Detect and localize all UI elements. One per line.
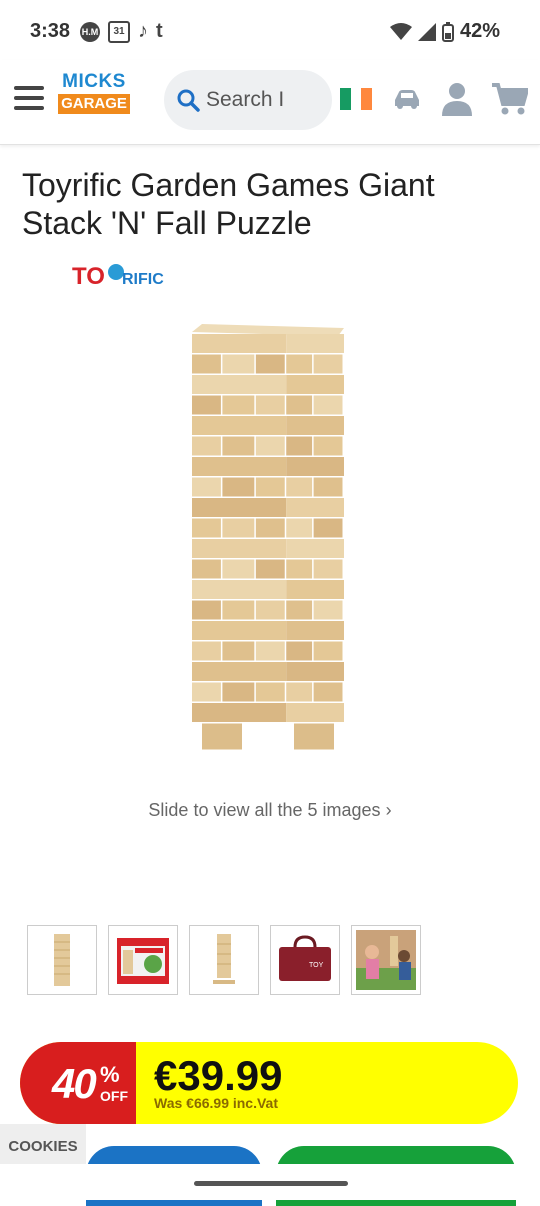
- header-icons: [340, 82, 528, 116]
- search-icon: [177, 89, 200, 112]
- svg-text:RIFIC: RIFIC: [122, 271, 164, 288]
- thumbnail-4[interactable]: TOY: [270, 925, 340, 995]
- logo-bottom-text: GARAGE: [58, 94, 130, 114]
- micks-garage-logo[interactable]: MICKS GARAGE: [58, 72, 130, 116]
- thumbnail-strip: TOY: [27, 925, 421, 995]
- slide-hint-text: Slide to view all the 5 images: [148, 800, 381, 820]
- calendar-icon: 31: [108, 20, 130, 43]
- product-title: Toyrific Garden Games Giant Stack 'N' Fa…: [22, 167, 435, 241]
- price-bar: 40 % OFF €39.99 Was €66.99 inc.Vat: [20, 1042, 518, 1124]
- wifi-icon: [389, 22, 412, 40]
- discount-off-label: OFF: [100, 1088, 128, 1104]
- discount-number: 40: [52, 1060, 97, 1107]
- site-header: MICKS GARAGE Search I: [0, 60, 540, 145]
- hm-notification-icon: H.M: [80, 21, 100, 42]
- thumbnail-3[interactable]: [189, 925, 259, 995]
- menu-icon[interactable]: [14, 86, 44, 110]
- search-placeholder: Search I: [206, 88, 285, 111]
- current-price: €39.99: [154, 1052, 283, 1099]
- status-bar: 3:38 H.M 31 ♪ t 42%: [0, 0, 540, 60]
- battery-percent: 42%: [459, 20, 500, 42]
- car-icon[interactable]: [392, 88, 422, 110]
- status-time: 3:38: [30, 20, 71, 42]
- ireland-flag-icon[interactable]: [340, 88, 373, 110]
- system-icons: 42%: [389, 20, 500, 43]
- signal-icon: [417, 22, 436, 41]
- notification-icons: H.M 31 ♪ t: [80, 20, 163, 43]
- was-price: Was €66.99 inc.Vat: [154, 1095, 278, 1111]
- gesture-handle[interactable]: [194, 1181, 348, 1186]
- chevron-right-icon: ›: [385, 800, 392, 820]
- discount-badge: 40 % OFF: [20, 1042, 136, 1124]
- cart-icon[interactable]: [492, 82, 528, 116]
- tiktok-icon: ♪: [138, 20, 148, 42]
- tumblr-icon: t: [156, 20, 163, 42]
- svg-text:TO: TO: [72, 263, 105, 290]
- thumbnail-5[interactable]: [351, 925, 421, 995]
- slide-hint: Slide to view all the 5 images ›: [0, 800, 540, 821]
- thumbnail-2[interactable]: [108, 925, 178, 995]
- battery-icon: [441, 21, 454, 42]
- discount-percent-sign: %: [100, 1062, 120, 1087]
- thumbnail-1[interactable]: [27, 925, 97, 995]
- product-main-image[interactable]: [180, 312, 360, 772]
- svg-text:TOY: TOY: [309, 962, 324, 969]
- toyrific-brand-logo: TO RIFIC: [72, 263, 164, 290]
- search-input[interactable]: Search I: [164, 70, 332, 130]
- logo-top-text: MICKS: [62, 71, 126, 92]
- account-icon[interactable]: [442, 82, 472, 116]
- cookies-button[interactable]: COOKIES: [0, 1124, 86, 1168]
